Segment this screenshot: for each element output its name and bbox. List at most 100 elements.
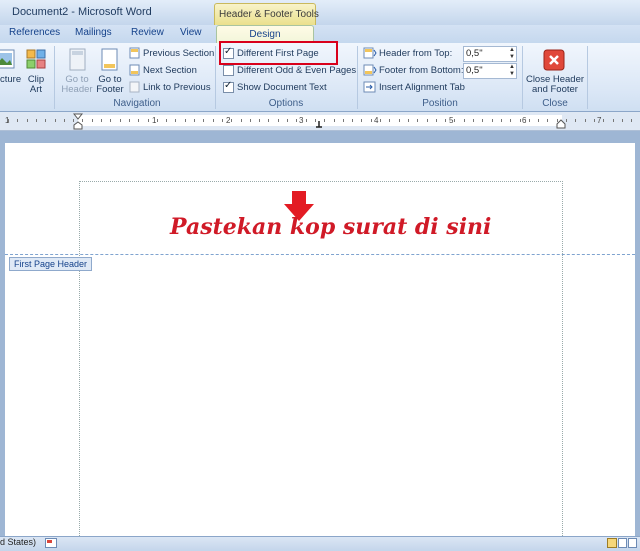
ruler-tick (622, 119, 623, 122)
ruler-tick (55, 119, 56, 122)
ruler-tick (575, 119, 576, 122)
ruler-tick (45, 119, 46, 122)
go-to-header-label-2: Header (61, 84, 93, 95)
ruler-tick (213, 119, 214, 122)
header-from-top-label: Header from Top: (379, 48, 453, 59)
ruler-tick (36, 119, 37, 122)
clip-art-icon (26, 49, 46, 69)
ruler-tick (380, 119, 381, 122)
go-to-footer-button[interactable]: Go to Footer (93, 75, 127, 95)
ruler-number: 4 (374, 116, 379, 125)
ruler-tick (389, 119, 390, 122)
ruler-tick (306, 119, 307, 122)
ruler-tick (454, 119, 455, 122)
ruler-tick (222, 119, 223, 122)
picture-button[interactable]: cture (0, 75, 21, 85)
proofing-icon[interactable] (45, 538, 57, 548)
footer-from-bottom-spinner[interactable]: 0,5" ▲ ▼ (463, 63, 517, 79)
footer-from-bottom-value: 0,5" (466, 65, 483, 76)
annotation-highlight-box (219, 41, 338, 65)
ruler-tick (417, 119, 418, 122)
tab-references[interactable]: References (9, 27, 60, 38)
ruler-tick (157, 119, 158, 122)
previous-section-button[interactable]: Previous Section (143, 48, 214, 59)
header-from-top-spinner[interactable]: 0,5" ▲ ▼ (463, 46, 517, 62)
header-from-top-icon (363, 47, 377, 59)
group-separator (54, 46, 55, 109)
position-group-label: Position (422, 98, 458, 109)
window-title: Document2 - Microsoft Word (12, 6, 152, 18)
show-document-text-checkbox[interactable] (223, 80, 234, 93)
close-header-footer-button[interactable]: Close Header and Footer (525, 75, 585, 95)
ruler-tick (120, 119, 121, 122)
indent-marker-icon[interactable] (73, 113, 83, 130)
ruler-tick (603, 119, 604, 122)
ruler-number: 5 (449, 116, 454, 125)
options-group-label: Options (268, 98, 304, 109)
ruler-tick (268, 119, 269, 122)
ruler-tick (64, 119, 65, 122)
different-odd-even-label: Different Odd & Even Pages (237, 65, 357, 76)
ruler-tick (185, 119, 186, 122)
ruler-tick (613, 119, 614, 122)
ruler-tick (334, 119, 335, 122)
ruler-number: 7 (597, 116, 602, 125)
previous-section-icon (129, 47, 140, 59)
ruler-tick (436, 119, 437, 122)
ruler-tick (92, 119, 93, 122)
ruler-tick (296, 119, 297, 122)
show-document-text-label: Show Document Text (237, 82, 327, 93)
context-group-label: Header & Footer Tools (219, 9, 319, 20)
ruler-tick (547, 119, 548, 122)
footer-from-bottom-icon (363, 64, 377, 76)
tab-review[interactable]: Review (131, 27, 164, 38)
ruler-tick (343, 119, 344, 122)
center-tab-marker-icon[interactable] (315, 121, 323, 129)
ruler-tick (464, 119, 465, 122)
ruler-tick (259, 119, 260, 122)
ruler-tick (538, 119, 539, 122)
ruler-tick (231, 119, 232, 122)
insert-alignment-tab-button[interactable]: Insert Alignment Tab (379, 82, 465, 93)
next-section-button[interactable]: Next Section (143, 65, 197, 76)
ruler-tick (101, 119, 102, 122)
group-separator (587, 46, 588, 109)
tab-view[interactable]: View (180, 27, 202, 38)
view-buttons-icon[interactable] (607, 538, 637, 549)
ruler-tick (324, 119, 325, 122)
ruler-tick (17, 119, 18, 122)
ruler-tick (482, 119, 483, 122)
ruler-tick (203, 119, 204, 122)
ruler-tick (110, 119, 111, 122)
ruler-tick (138, 119, 139, 122)
clip-art-label-2: Art (29, 84, 43, 95)
ruler-tick (287, 119, 288, 122)
close-header-footer-icon (543, 49, 565, 71)
ruler-tick (371, 119, 372, 122)
spinner-arrows-icon[interactable]: ▲ ▼ (509, 64, 515, 78)
ruler-tick (427, 119, 428, 122)
ruler-tick (278, 119, 279, 122)
language-indicator[interactable]: d States) (0, 537, 36, 547)
tab-mailings[interactable]: Mailings (75, 27, 112, 38)
ruler-tick (445, 119, 446, 122)
go-to-header-button[interactable]: Go to Header (60, 75, 94, 95)
ruler-tick (250, 119, 251, 122)
right-indent-marker-icon[interactable] (556, 117, 566, 129)
ruler-tick (520, 119, 521, 122)
go-to-header-icon (69, 48, 86, 71)
ruler-tick (594, 119, 595, 122)
spinner-arrows-icon[interactable]: ▲ ▼ (509, 47, 515, 61)
clip-art-button[interactable]: Clip Art (26, 75, 46, 95)
ruler-tick (148, 119, 149, 122)
link-to-previous-icon (129, 81, 140, 93)
ruler-number: 2 (226, 116, 231, 125)
ruler-tick (241, 119, 242, 122)
picture-icon (0, 49, 15, 69)
ruler-tick (631, 119, 632, 122)
link-to-previous-button[interactable]: Link to Previous (143, 82, 211, 93)
different-odd-even-checkbox[interactable] (223, 65, 234, 76)
ruler-tick (585, 119, 586, 122)
ruler-tick (473, 119, 474, 122)
close-group-label: Close (542, 98, 568, 109)
